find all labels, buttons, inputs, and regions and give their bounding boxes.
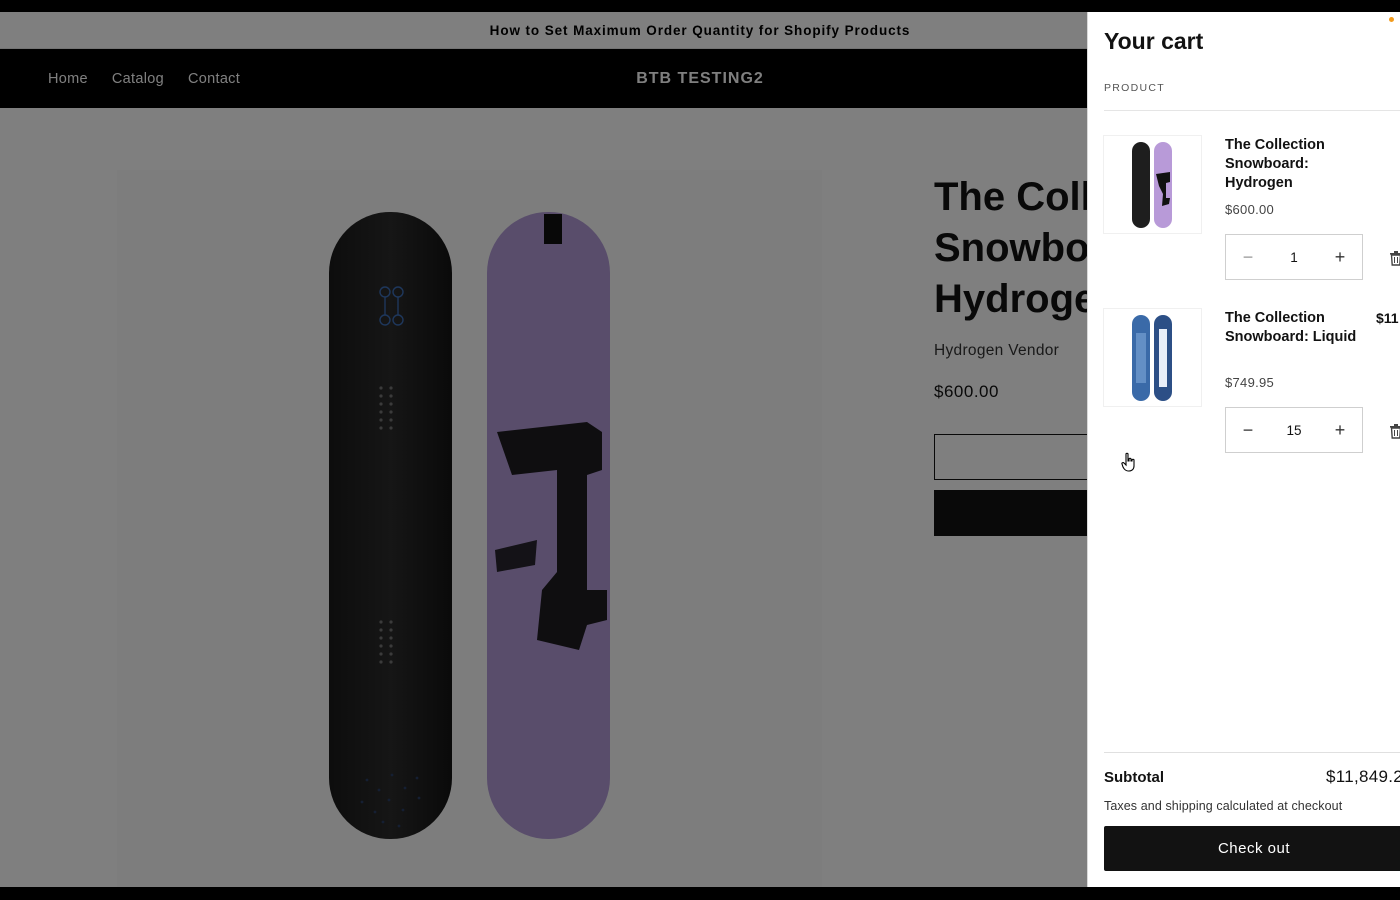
cart-item-line-total: $11	[1376, 310, 1399, 326]
trash-icon[interactable]	[1389, 250, 1400, 266]
taxes-note: Taxes and shipping calculated at checkou…	[1104, 799, 1343, 813]
pointer-hand-icon	[1121, 452, 1135, 472]
minus-icon: −	[1242, 246, 1254, 267]
checkout-button[interactable]: Check out	[1104, 826, 1400, 871]
cart-item-price: $749.95	[1225, 375, 1275, 390]
cart-item: The Collection Snowboard: Liquid $749.95…	[1104, 309, 1400, 469]
divider	[1104, 752, 1400, 753]
quantity-input[interactable]: 15	[1270, 423, 1318, 438]
quantity-stepper: − 1 +	[1225, 234, 1363, 280]
cart-item-name[interactable]: The Collection Snowboard: Hydrogen	[1225, 136, 1365, 193]
cart-item-price: $600.00	[1225, 202, 1275, 217]
quantity-decrease-button[interactable]: −	[1226, 408, 1270, 452]
hydrogen-thumbnail-image	[1132, 142, 1172, 228]
cart-item: The Collection Snowboard: Hydrogen $600.…	[1104, 136, 1400, 296]
liquid-thumbnail-image	[1132, 315, 1172, 401]
product-column-header: PRODUCT	[1104, 82, 1166, 94]
subtotal-value: $11,849.2	[1326, 767, 1400, 786]
subtotal-label: Subtotal	[1104, 769, 1164, 786]
quantity-increase-button[interactable]: +	[1318, 235, 1362, 279]
notification-dot	[1389, 17, 1394, 22]
quantity-stepper: − 15 +	[1225, 407, 1363, 453]
divider	[1104, 110, 1400, 111]
cart-item-thumbnail[interactable]	[1104, 136, 1201, 233]
trash-icon[interactable]	[1389, 423, 1400, 439]
quantity-input[interactable]: 1	[1270, 250, 1318, 265]
quantity-decrease-button[interactable]: −	[1226, 235, 1270, 279]
cart-title: Your cart	[1104, 28, 1204, 54]
quantity-increase-button[interactable]: +	[1318, 408, 1362, 452]
plus-icon: +	[1334, 419, 1346, 440]
minus-icon: −	[1242, 419, 1254, 440]
cart-item-thumbnail[interactable]	[1104, 309, 1201, 406]
cart-drawer: Your cart PRODUCT The Collection Snowboa…	[1088, 12, 1400, 887]
plus-icon: +	[1334, 246, 1346, 267]
cart-item-name[interactable]: The Collection Snowboard: Liquid	[1225, 309, 1365, 347]
